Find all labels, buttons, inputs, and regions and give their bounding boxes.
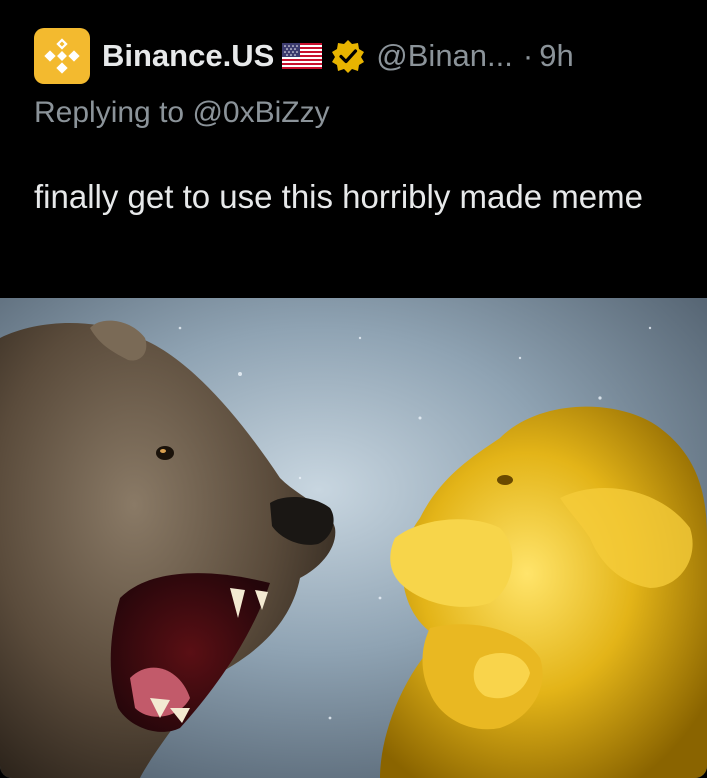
user-handle[interactable]: @Binan... [376, 38, 513, 74]
tweet-text: finally get to use this horribly made me… [34, 178, 643, 215]
us-flag-icon [282, 43, 323, 69]
replying-to-line: Replying to @0xBiZzy [34, 96, 330, 130]
timestamp[interactable]: 9h [539, 38, 573, 74]
tweet-media-image[interactable] [0, 298, 707, 778]
bear-vs-ape-image [0, 298, 707, 778]
binance-logo-icon [44, 38, 80, 74]
gold-verified-badge-icon[interactable] [330, 38, 366, 74]
replying-to-label: Replying to [34, 96, 193, 129]
tweet-card[interactable]: Binance.US @Binan... · 9h Replying to @0… [0, 0, 707, 778]
replying-to-mention[interactable]: @0xBiZzy [192, 96, 329, 129]
binance-logo-avatar[interactable] [34, 28, 90, 84]
separator-dot: · [522, 38, 534, 73]
tweet-header: Binance.US @Binan... · 9h [34, 28, 684, 84]
display-name[interactable]: Binance.US [102, 38, 274, 74]
